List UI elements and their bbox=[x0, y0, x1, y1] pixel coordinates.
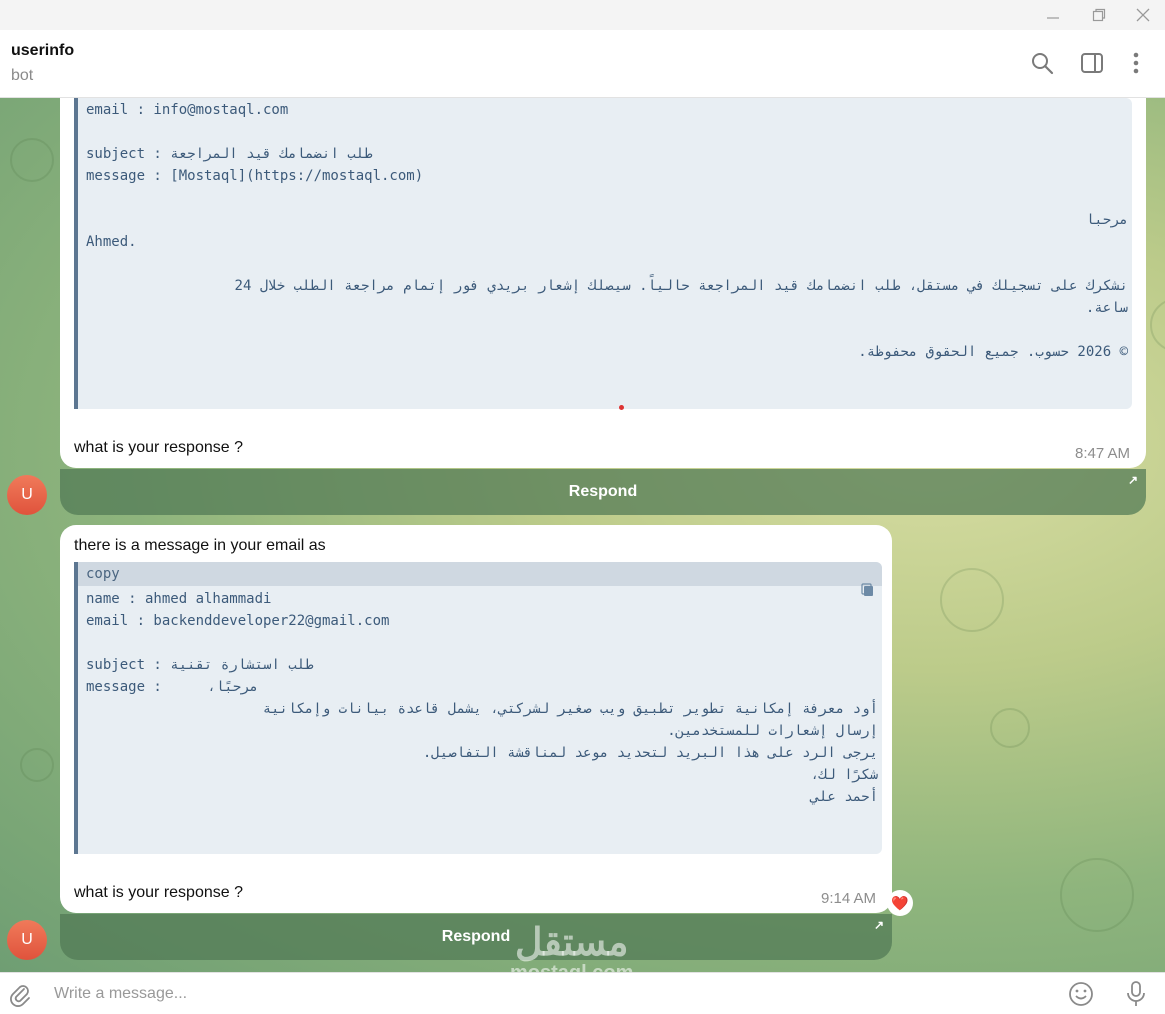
copy-icon[interactable] bbox=[810, 567, 874, 617]
code-line: email : info@mostaql.com bbox=[86, 102, 289, 118]
minimize-icon[interactable] bbox=[1038, 4, 1068, 26]
code-line: إرسال إشعارات للمستخدمين. bbox=[667, 723, 878, 739]
code-line: أحمد علي bbox=[810, 789, 878, 805]
respond-button-label: Respond bbox=[568, 483, 638, 500]
background-doodle bbox=[990, 708, 1030, 748]
code-line: أود معرفة إمكانية تطوير تطبيق ويب صغير ل… bbox=[262, 701, 878, 717]
external-link-arrow-icon: ↗ bbox=[873, 918, 884, 932]
external-link-arrow-icon: ↗ bbox=[1127, 473, 1138, 487]
background-doodle bbox=[940, 568, 1004, 632]
avatar[interactable]: U bbox=[7, 475, 47, 515]
code-line: ساعة. bbox=[1085, 300, 1128, 316]
background-doodle bbox=[1150, 298, 1165, 352]
more-menu-icon[interactable] bbox=[1123, 50, 1149, 76]
chat-area[interactable]: email : info@mostaql.com subject : طلب ا… bbox=[0, 98, 1165, 972]
background-doodle bbox=[20, 748, 54, 782]
respond-button-label: Respond bbox=[441, 928, 511, 945]
code-line: © 2026 حسوب. جميع الحقوق محفوظة. bbox=[858, 344, 1128, 360]
close-icon[interactable] bbox=[1128, 4, 1158, 26]
code-block[interactable]: copy name : ahmed alhammadi email : back… bbox=[74, 562, 882, 854]
respond-button[interactable]: Respond ↗ bbox=[60, 914, 892, 960]
code-line: يرجى الرد على هذا البريد لتحديد موعد لمن… bbox=[422, 745, 878, 761]
copy-label[interactable]: copy bbox=[86, 566, 120, 582]
message-time: 9:14 AM bbox=[821, 890, 877, 907]
watermark-latin: mostaql.com bbox=[510, 963, 633, 972]
microphone-icon[interactable] bbox=[1124, 980, 1148, 1013]
chat-subtitle: bot bbox=[11, 67, 34, 84]
watermark: مستقل mostaql.com bbox=[510, 923, 633, 972]
background-doodle bbox=[10, 138, 54, 182]
search-icon[interactable] bbox=[1029, 50, 1055, 76]
sidebar-toggle-icon[interactable] bbox=[1079, 50, 1105, 76]
code-line: name : ahmed alhammadi bbox=[86, 591, 272, 607]
heart-reaction-icon[interactable]: ❤️ bbox=[887, 890, 913, 916]
message-text: what is your response ? bbox=[74, 884, 243, 901]
code-line: Ahmed. bbox=[86, 234, 137, 250]
code-line: نشكرك على تسجيلك في مستقل، طلب انضمامك ق… bbox=[234, 278, 1128, 294]
window-title-bar bbox=[0, 0, 1165, 30]
avatar[interactable]: U bbox=[7, 920, 47, 960]
code-line: message : [Mostaql](https://mostaql.com) bbox=[86, 168, 424, 184]
chat-title[interactable]: userinfo bbox=[11, 42, 74, 60]
message-input[interactable] bbox=[52, 981, 956, 1007]
message-text: there is a message in your email as bbox=[74, 537, 326, 554]
message-time: 8:47 AM bbox=[1075, 445, 1131, 462]
maximize-icon[interactable] bbox=[1084, 4, 1114, 26]
code-line: subject : طلب استشارة تقنية bbox=[86, 657, 314, 673]
code-line: subject : طلب انضمامك قيد المراجعة bbox=[86, 146, 373, 162]
red-dot bbox=[619, 405, 624, 410]
emoji-icon[interactable] bbox=[1067, 980, 1095, 1013]
attach-icon[interactable] bbox=[8, 983, 32, 1012]
respond-button[interactable]: Respond ↗ bbox=[60, 469, 1146, 515]
code-block[interactable]: email : info@mostaql.com subject : طلب ا… bbox=[74, 98, 1132, 409]
background-doodle bbox=[1060, 858, 1134, 932]
code-line: مرحبا bbox=[1085, 212, 1128, 228]
watermark-arabic: مستقل bbox=[514, 922, 629, 964]
chat-header: userinfo bot bbox=[0, 30, 1165, 98]
message-composer bbox=[0, 972, 1165, 1014]
code-block-header bbox=[78, 562, 882, 586]
code-line: شكرًا لك، bbox=[810, 767, 878, 783]
code-line: مرحبًا، bbox=[207, 679, 258, 695]
code-line: email : backenddeveloper22@gmail.com bbox=[86, 613, 390, 629]
code-line: message : bbox=[86, 679, 162, 695]
message-text: what is your response ? bbox=[74, 439, 243, 456]
